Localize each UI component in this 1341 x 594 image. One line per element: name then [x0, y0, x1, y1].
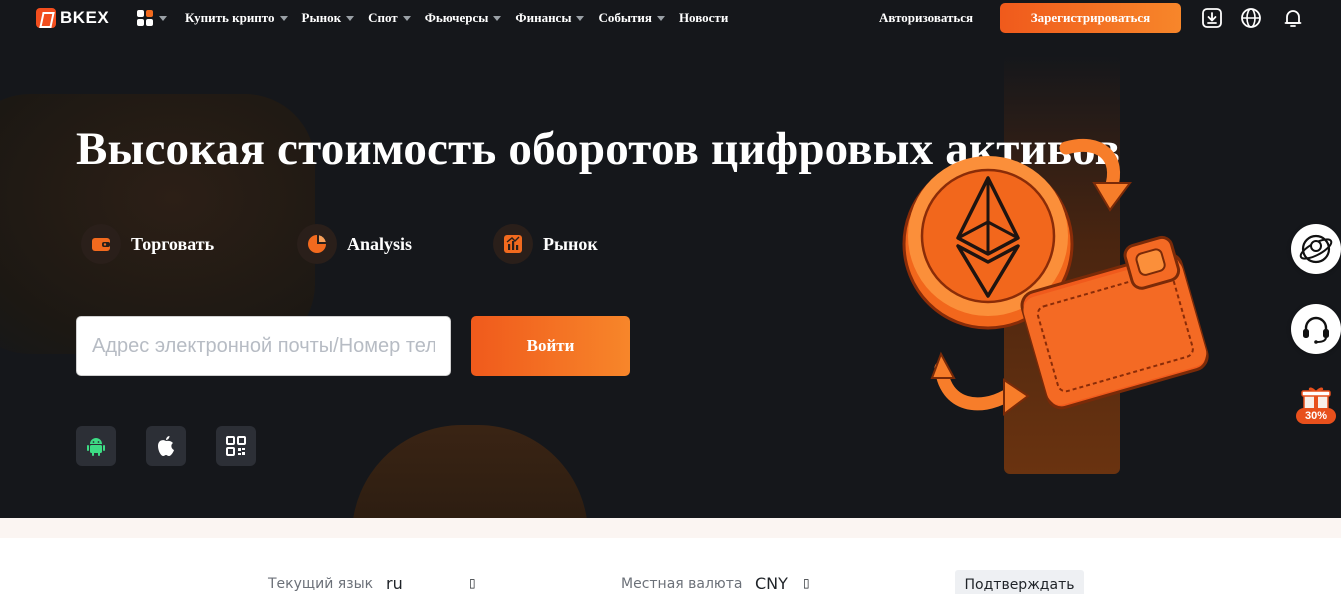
menu-item-label: Рынок	[301, 10, 342, 25]
feature-label: Рынок	[543, 233, 598, 254]
chevron-down-icon	[576, 15, 585, 21]
language-select[interactable]: ru	[386, 574, 403, 593]
android-icon	[87, 438, 105, 456]
menu-item-label: События	[598, 10, 652, 25]
apple-icon	[158, 436, 174, 456]
menu-item-futures[interactable]: Фьючерсы	[425, 10, 502, 26]
chevron-down-icon	[493, 15, 502, 21]
feature-trade[interactable]: Торговать	[81, 224, 214, 264]
currency-label: Местная валюта	[621, 576, 743, 592]
download-icon[interactable]	[1201, 7, 1223, 29]
ios-download-button[interactable]	[146, 426, 186, 466]
android-download-button[interactable]	[76, 426, 116, 466]
login-link[interactable]: Авторизоваться	[879, 10, 973, 26]
top-nav: BKEX Купить крипто Рынок Спот Фьючерсы Ф…	[0, 0, 1341, 36]
menu-item-events[interactable]: События	[598, 10, 665, 26]
confirm-button[interactable]: Подтверждать	[955, 570, 1084, 594]
signin-button[interactable]: Войти	[471, 316, 630, 376]
chevron-down-icon[interactable]: ▯	[803, 576, 810, 590]
chevron-down-icon	[656, 15, 665, 21]
brand-name: BKEX	[60, 8, 110, 27]
feature-label: Торговать	[131, 233, 215, 254]
headset-icon	[1303, 316, 1329, 344]
section-divider	[0, 518, 1341, 538]
register-button[interactable]: Зарегистрироваться	[1000, 3, 1181, 33]
brand-logo[interactable]: BKEX	[36, 8, 109, 28]
currency-select[interactable]: CNY	[755, 574, 788, 593]
main-menu: Купить крипто Рынок Спот Фьючерсы Финанс…	[185, 0, 742, 36]
crypto-wallet-illustration	[902, 138, 1209, 416]
gift-badge: 30%	[1296, 408, 1336, 424]
chevron-down-icon	[279, 15, 288, 21]
feature-label: Analysis	[347, 233, 413, 254]
bar-chart-icon	[493, 224, 533, 264]
feature-analysis[interactable]: Analysis	[297, 224, 412, 264]
menu-item-label: Новости	[678, 10, 729, 25]
menu-item-buy-crypto[interactable]: Купить крипто	[185, 10, 288, 26]
bell-icon[interactable]	[1282, 7, 1304, 29]
chevron-down-icon	[346, 15, 355, 21]
grid-icon	[137, 10, 153, 26]
qr-download-button[interactable]	[216, 426, 256, 466]
globe-icon[interactable]	[1240, 7, 1262, 29]
email-phone-input[interactable]	[76, 316, 451, 376]
chevron-down-icon	[402, 15, 411, 21]
chevron-down-icon[interactable]: ▯	[469, 576, 476, 590]
pie-chart-icon	[297, 224, 337, 264]
apps-menu-button[interactable]	[137, 10, 167, 26]
menu-item-spot[interactable]: Спот	[368, 10, 411, 26]
feature-market[interactable]: Рынок	[493, 224, 598, 264]
menu-item-label: Финансы	[515, 10, 572, 25]
menu-item-news[interactable]: Новости	[679, 10, 728, 26]
menu-item-label: Купить крипто	[185, 10, 275, 25]
hero-section: Высокая стоимость оборотов цифровых акти…	[0, 36, 1341, 518]
menu-item-finance[interactable]: Финансы	[515, 10, 585, 26]
menu-item-market[interactable]: Рынок	[302, 10, 355, 26]
menu-item-label: Спот	[368, 10, 398, 25]
language-currency-bar: Текущий язык ru ▯ Местная валюта CNY ▯ П…	[0, 538, 1341, 594]
support-button[interactable]	[1291, 304, 1341, 354]
astronaut-planet-icon	[1299, 234, 1333, 264]
menu-item-label: Фьючерсы	[424, 10, 489, 25]
bkex-logo-icon	[36, 8, 56, 28]
wallet-icon	[81, 224, 121, 264]
qr-code-icon	[226, 436, 246, 456]
gift-promo-button[interactable]: 30%	[1296, 386, 1336, 426]
decorative-arch	[352, 425, 588, 518]
language-label: Текущий язык	[268, 576, 374, 592]
community-button[interactable]	[1291, 224, 1341, 274]
chevron-down-icon	[159, 15, 167, 21]
